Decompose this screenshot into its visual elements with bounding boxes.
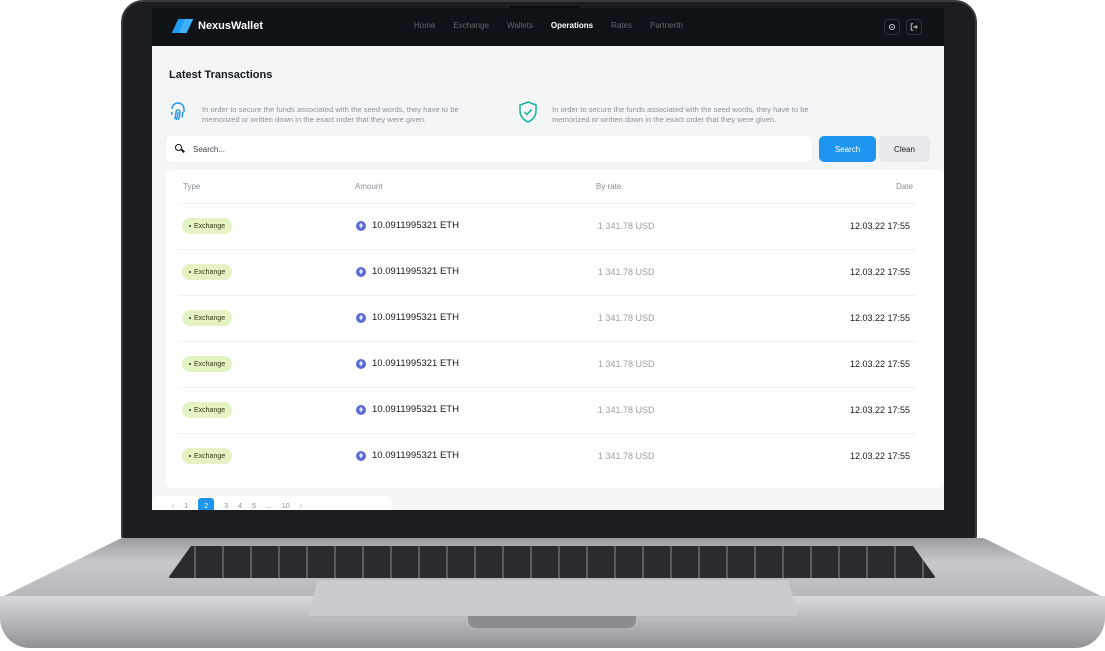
date-cell: 12.03.22 17:55 <box>850 451 911 461</box>
laptop-trackpad <box>308 579 798 617</box>
security-info-shield: In order to secure the funds associated … <box>516 100 842 129</box>
rate-cell: 1 341.78 USD <box>598 267 655 277</box>
transactions-table: Type Amount By rate Date Exchange 10.091… <box>166 170 944 488</box>
search-input[interactable] <box>193 144 793 154</box>
table-row[interactable]: Exchange 10.0911995321 ETH 1 341.78 USD … <box>178 295 916 341</box>
next-page-button[interactable]: › <box>300 503 302 510</box>
clean-button[interactable]: Clean <box>879 136 930 162</box>
rate-cell: 1 341.78 USD <box>598 451 655 461</box>
prev-page-button[interactable]: ‹ <box>172 503 174 510</box>
laptop-keyboard <box>168 546 936 578</box>
column-header-type: Type <box>183 182 201 191</box>
amount-cell: 10.0911995321 ETH <box>356 404 459 415</box>
rate-cell: 1 341.78 USD <box>598 405 655 415</box>
nav-item-exchange[interactable]: Exchange <box>453 21 489 30</box>
nav-item-operations[interactable]: Operations <box>551 21 593 30</box>
brand-name: NexusWallet <box>198 20 264 32</box>
page-ellipsis: ... <box>265 502 272 510</box>
date-cell: 12.03.22 17:55 <box>850 313 911 323</box>
type-badge: Exchange <box>182 218 233 234</box>
info-text: In order to secure the funds associated … <box>202 104 459 124</box>
table-row[interactable]: Exchange 10.0911995321 ETH 1 341.78 USD … <box>178 341 916 387</box>
page-title: Latest Transactions <box>169 69 273 81</box>
nav-item-wallets[interactable]: Wallets <box>507 21 533 30</box>
page-1-button[interactable]: 1 <box>184 503 188 510</box>
table-row[interactable]: Exchange 10.0911995321 ETH 1 341.78 USD … <box>178 433 916 479</box>
laptop-front-notch <box>468 616 636 628</box>
page-10-button[interactable]: 10 <box>282 503 290 510</box>
fingerprint-icon <box>166 100 190 129</box>
page-4-button[interactable]: 4 <box>238 503 242 510</box>
amount-cell: 10.0911995321 ETH <box>356 312 459 323</box>
page-2-button[interactable]: 2 <box>198 498 215 510</box>
search-icon <box>175 144 185 154</box>
settings-icon[interactable] <box>884 19 900 35</box>
eth-icon <box>356 312 366 323</box>
info-text: In order to secure the funds associated … <box>552 104 809 124</box>
type-badge: Exchange <box>182 448 233 464</box>
column-header-rate: By rate <box>596 182 622 191</box>
column-header-amount: Amount <box>355 182 383 191</box>
type-badge: Exchange <box>182 356 233 372</box>
date-cell: 12.03.22 17:55 <box>850 359 911 369</box>
amount-cell: 10.0911995321 ETH <box>356 450 459 461</box>
page-3-button[interactable]: 3 <box>224 503 228 510</box>
search-button[interactable]: Search <box>819 136 876 162</box>
nav-item-partnerth[interactable]: Partnerth <box>650 21 683 30</box>
eth-icon <box>356 450 366 461</box>
shield-check-icon <box>516 100 540 129</box>
nav-item-home[interactable]: Home <box>414 21 435 30</box>
date-cell: 12.03.22 17:55 <box>850 221 911 231</box>
logout-icon[interactable] <box>906 19 922 35</box>
rate-cell: 1 341.78 USD <box>598 313 655 323</box>
amount-cell: 10.0911995321 ETH <box>356 220 459 231</box>
date-cell: 12.03.22 17:55 <box>850 267 911 277</box>
eth-icon <box>356 220 366 231</box>
type-badge: Exchange <box>182 264 233 280</box>
column-header-date: Date <box>896 182 913 191</box>
nav-item-rates[interactable]: Rates <box>611 21 632 30</box>
laptop-screen: NexusWallet Home Exchange Wallets Operat… <box>152 8 944 510</box>
date-cell: 12.03.22 17:55 <box>850 405 911 415</box>
table-header: Type Amount By rate Date <box>166 182 944 196</box>
nav-actions <box>884 19 922 35</box>
type-badge: Exchange <box>182 402 233 418</box>
eth-icon <box>356 266 366 277</box>
rate-cell: 1 341.78 USD <box>598 221 655 231</box>
brand-logo[interactable]: NexusWallet <box>172 18 263 34</box>
main-nav: Home Exchange Wallets Operations Rates P… <box>414 21 701 30</box>
amount-cell: 10.0911995321 ETH <box>356 358 459 369</box>
type-badge: Exchange <box>182 310 233 326</box>
table-row[interactable]: Exchange 10.0911995321 ETH 1 341.78 USD … <box>178 387 916 433</box>
pagination: ‹ 1 2 3 4 5 ... 10 › <box>152 496 392 510</box>
nexus-logo-icon <box>172 18 190 34</box>
table-row[interactable]: Exchange 10.0911995321 ETH 1 341.78 USD … <box>178 249 916 295</box>
eth-icon <box>356 358 366 369</box>
top-navbar: NexusWallet Home Exchange Wallets Operat… <box>152 8 944 46</box>
table-row[interactable]: Exchange 10.0911995321 ETH 1 341.78 USD … <box>178 203 916 249</box>
eth-icon <box>356 404 366 415</box>
rate-cell: 1 341.78 USD <box>598 359 655 369</box>
search-bar <box>166 136 812 162</box>
amount-cell: 10.0911995321 ETH <box>356 266 459 277</box>
security-info-fingerprint: In order to secure the funds associated … <box>166 100 492 129</box>
page-5-button[interactable]: 5 <box>252 503 256 510</box>
